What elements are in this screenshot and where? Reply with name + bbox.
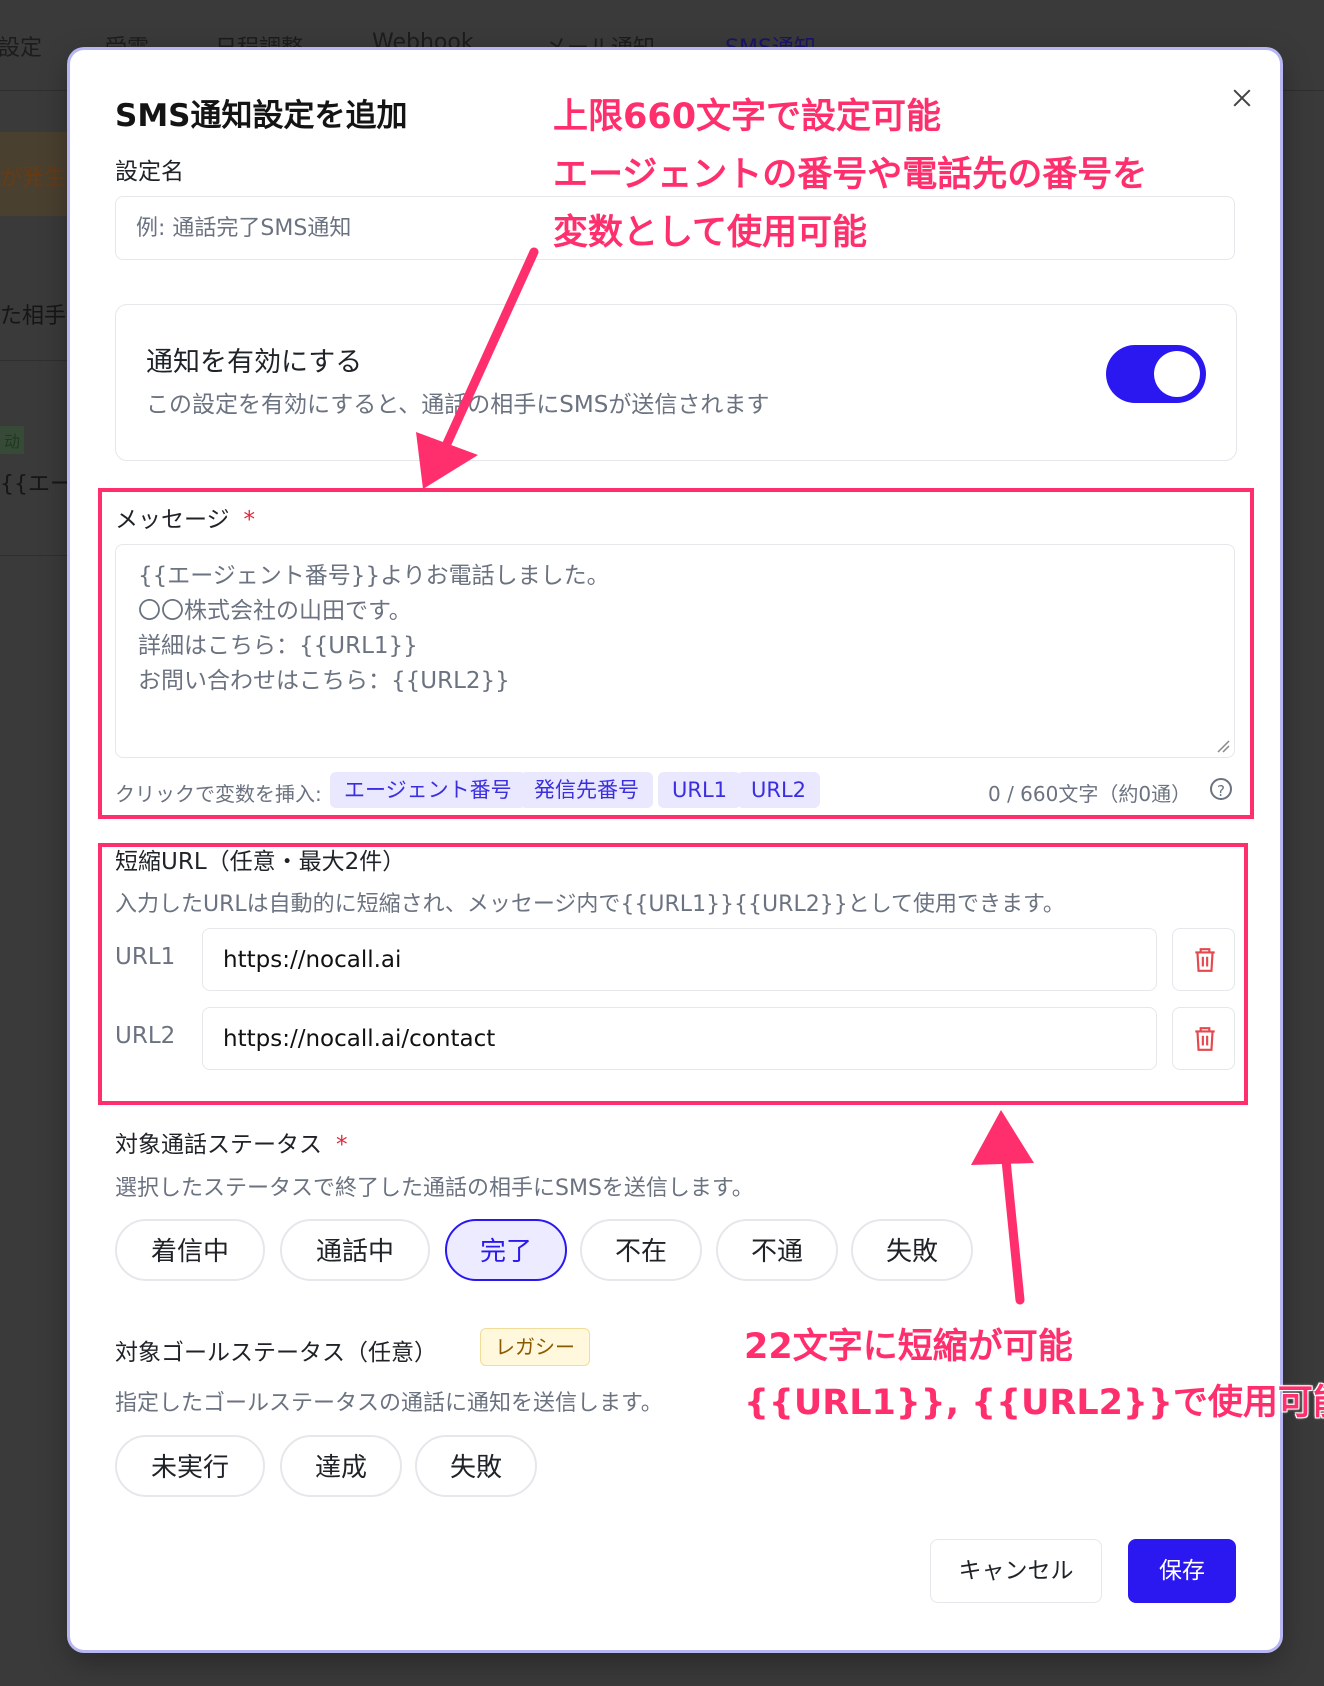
annotation-top-line: 変数として使用可能 bbox=[553, 213, 867, 253]
call-status-absent[interactable]: 不在 bbox=[580, 1219, 702, 1281]
call-status-label: 対象通話ステータス * bbox=[115, 1125, 348, 1159]
background-text: た相手 bbox=[0, 304, 67, 329]
annotation-top-line: 上限660文字で設定可能 bbox=[553, 97, 942, 137]
call-status-incoming[interactable]: 着信中 bbox=[115, 1219, 265, 1281]
enable-notification-card: 通知を有効にする この設定を有効にすると、通話の相手にSMSが送信されます bbox=[115, 304, 1237, 461]
call-status-unreachable[interactable]: 不通 bbox=[716, 1219, 838, 1281]
save-button[interactable]: 保存 bbox=[1128, 1539, 1236, 1603]
background-divider bbox=[0, 360, 72, 361]
call-status-label-text: 対象通話ステータス bbox=[115, 1132, 322, 1158]
background-warning-text: が発生し bbox=[0, 166, 72, 190]
background-text: {{エー bbox=[0, 472, 72, 497]
annotation-bottom-line: {{URL1}}, {{URL2}}で使用可能 bbox=[744, 1383, 1324, 1423]
setting-name-label: 設定名 bbox=[115, 159, 184, 185]
enable-notification-toggle[interactable] bbox=[1106, 345, 1206, 403]
enable-notification-title: 通知を有効にする bbox=[146, 347, 363, 378]
message-highlight-box bbox=[98, 488, 1254, 819]
goal-status-label: 対象ゴールステータス（任意） bbox=[115, 1340, 437, 1366]
close-icon[interactable] bbox=[1222, 78, 1262, 118]
background-divider bbox=[0, 555, 72, 556]
required-mark: * bbox=[336, 1132, 348, 1158]
annotation-bottom-line: 22文字に短縮が可能 bbox=[744, 1327, 1073, 1367]
background-badge: 动 bbox=[0, 426, 25, 454]
goal-status-achieved[interactable]: 達成 bbox=[280, 1435, 402, 1497]
goal-status-failed[interactable]: 失敗 bbox=[415, 1435, 537, 1497]
background-tab: 設定 bbox=[0, 36, 43, 61]
toggle-knob bbox=[1154, 351, 1200, 397]
annotation-top-line: エージェントの番号や電話先の番号を bbox=[553, 155, 1148, 195]
call-status-description: 選択したステータスで終了した通話の相手にSMSを送信します。 bbox=[115, 1176, 754, 1201]
legacy-badge: レガシー bbox=[480, 1328, 590, 1366]
enable-notification-description: この設定を有効にすると、通話の相手にSMSが送信されます bbox=[146, 392, 770, 418]
call-status-completed[interactable]: 完了 bbox=[445, 1219, 567, 1281]
goal-status-not-executed[interactable]: 未実行 bbox=[115, 1435, 265, 1497]
call-status-in-call[interactable]: 通話中 bbox=[280, 1219, 430, 1281]
call-status-failed[interactable]: 失敗 bbox=[851, 1219, 973, 1281]
short-url-highlight-box bbox=[98, 843, 1248, 1105]
cancel-button[interactable]: キャンセル bbox=[930, 1539, 1102, 1603]
goal-status-description: 指定したゴールステータスの通話に通知を送信します。 bbox=[115, 1391, 663, 1416]
modal-title: SMS通知設定を追加 bbox=[115, 98, 408, 134]
